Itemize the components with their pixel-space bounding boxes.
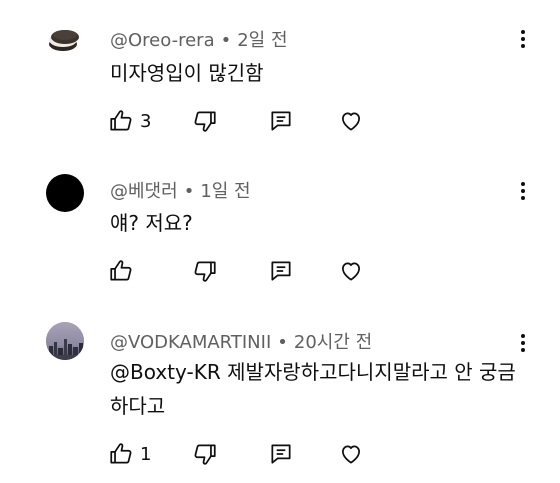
comment-author[interactable]: @Oreo-rera: [110, 30, 215, 51]
reply-button[interactable]: [268, 258, 338, 284]
thumbs-up-icon: [110, 443, 132, 464]
like-count: 1: [140, 443, 152, 465]
more-vert-icon[interactable]: [516, 334, 530, 358]
more-vert-icon[interactable]: [516, 182, 530, 206]
avatar[interactable]: [46, 174, 84, 212]
menu-dot: [521, 37, 525, 41]
comment-icon: [271, 111, 291, 131]
comment-header: @VODKAMARTINII • 20시간 전: [110, 328, 372, 354]
menu-dot: [521, 189, 525, 193]
menu-dot: [521, 44, 525, 48]
menu-dot: [521, 348, 525, 352]
menu-dot: [521, 334, 525, 338]
like-button[interactable]: 3: [108, 108, 192, 134]
menu-dot: [521, 182, 525, 186]
comment-icon: [271, 261, 291, 281]
comment-time[interactable]: 20시간 전: [294, 332, 372, 353]
separator-dot: •: [277, 332, 288, 353]
comment-text: 미자영입이 많긴함: [110, 61, 264, 85]
comment-time[interactable]: 2일 전: [237, 30, 287, 51]
comment-text: @Boxty-KR 제발자랑하고다니지말라고 안 궁금하다고: [110, 360, 516, 418]
thumbs-down-icon: [194, 111, 216, 132]
comment-actions: 1: [108, 440, 364, 468]
comment-icon: [271, 444, 291, 464]
comment-time[interactable]: 1일 전: [200, 181, 250, 202]
oreo-cookie-icon: [46, 22, 84, 60]
dislike-button[interactable]: [192, 441, 268, 467]
comment-text: 얘? 저요?: [110, 211, 193, 235]
like-count: 3: [140, 110, 152, 132]
thumbs-up-icon: [110, 110, 132, 131]
menu-dot: [521, 196, 525, 200]
city-skyline-icon: [46, 322, 84, 360]
heart-button[interactable]: [338, 441, 364, 467]
heart-icon: [342, 112, 360, 131]
avatar[interactable]: [46, 322, 84, 360]
heart-button[interactable]: [338, 258, 364, 284]
thumbs-down-icon: [194, 444, 216, 465]
heart-icon: [342, 445, 360, 464]
dislike-button[interactable]: [192, 258, 268, 284]
comment-actions: 3: [108, 107, 364, 135]
more-vert-icon[interactable]: [516, 30, 530, 54]
separator-dot: •: [220, 30, 232, 51]
reply-button[interactable]: [268, 441, 338, 467]
comment-author[interactable]: @베댓러: [110, 181, 178, 202]
heart-button[interactable]: [338, 108, 364, 134]
like-button[interactable]: 1: [108, 441, 192, 467]
thumbs-up-icon: [110, 260, 132, 281]
menu-dot: [521, 30, 525, 34]
thumbs-down-icon: [194, 261, 216, 282]
separator-dot: •: [183, 181, 195, 202]
comment-header: @Oreo-rera • 2일 전: [110, 26, 288, 52]
comment-actions: [108, 257, 364, 285]
avatar[interactable]: [46, 22, 84, 60]
menu-dot: [521, 341, 525, 345]
reply-button[interactable]: [268, 108, 338, 134]
dislike-button[interactable]: [192, 108, 268, 134]
like-button[interactable]: [108, 258, 192, 284]
comment-author[interactable]: @VODKAMARTINII: [110, 332, 271, 353]
comment-header: @베댓러 • 1일 전: [110, 177, 251, 203]
heart-icon: [342, 262, 360, 281]
